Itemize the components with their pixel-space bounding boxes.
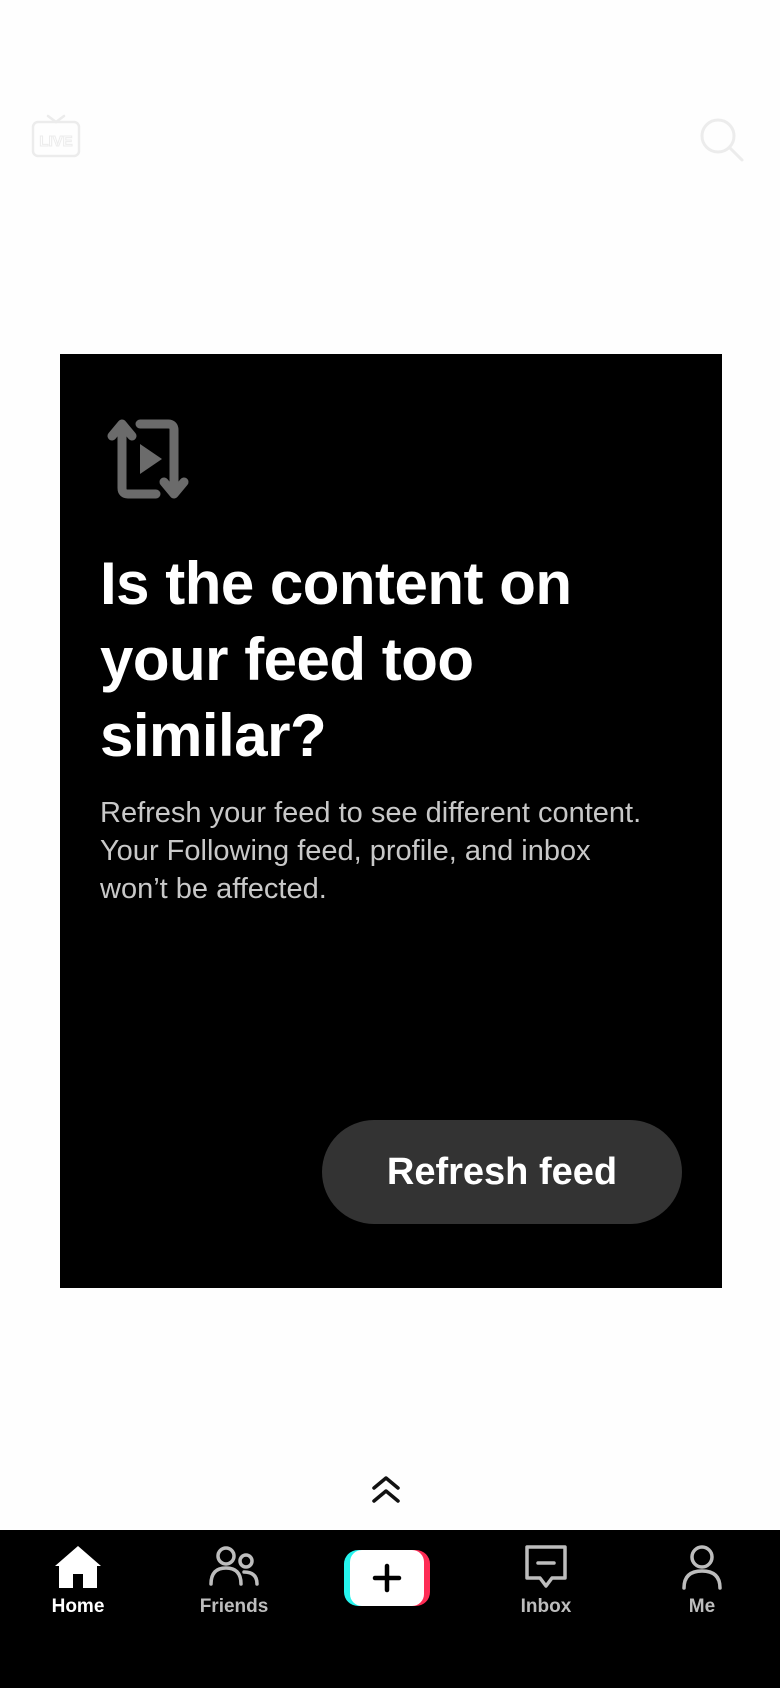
nav-inbox[interactable]: Inbox xyxy=(486,1544,606,1634)
nav-friends-label: Friends xyxy=(199,1596,269,1617)
inbox-icon xyxy=(525,1545,567,1588)
friends-icon xyxy=(209,1546,259,1586)
refresh-feed-card: Is the content on your feed too similar?… xyxy=(60,354,722,1288)
create-button[interactable] xyxy=(344,1550,430,1606)
nav-inbox-label: Inbox xyxy=(520,1596,572,1617)
nav-home[interactable]: Home xyxy=(18,1544,138,1634)
refresh-feed-button[interactable]: Refresh feed xyxy=(322,1120,682,1224)
nav-home-label: Home xyxy=(51,1596,105,1617)
refresh-feed-icon xyxy=(100,414,196,504)
live-icon[interactable]: LIVE xyxy=(30,112,82,164)
double-chevron-up-icon xyxy=(370,1474,402,1504)
plus-icon xyxy=(350,1550,424,1606)
home-icon xyxy=(55,1546,101,1588)
search-icon[interactable] xyxy=(698,116,746,164)
svg-text:LIVE: LIVE xyxy=(39,133,72,150)
card-title: Is the content on your feed too similar? xyxy=(100,550,572,769)
profile-icon xyxy=(682,1545,722,1590)
card-description: Refresh your feed to see different conte… xyxy=(100,797,642,905)
nav-me-label: Me xyxy=(688,1596,716,1617)
screen: LIVE Is the content on your feed too sim… xyxy=(0,0,780,1688)
nav-friends[interactable]: Friends xyxy=(174,1544,294,1634)
nav-me[interactable]: Me xyxy=(642,1544,762,1634)
bottom-nav: Home Friends Inbox Me xyxy=(0,1530,780,1688)
